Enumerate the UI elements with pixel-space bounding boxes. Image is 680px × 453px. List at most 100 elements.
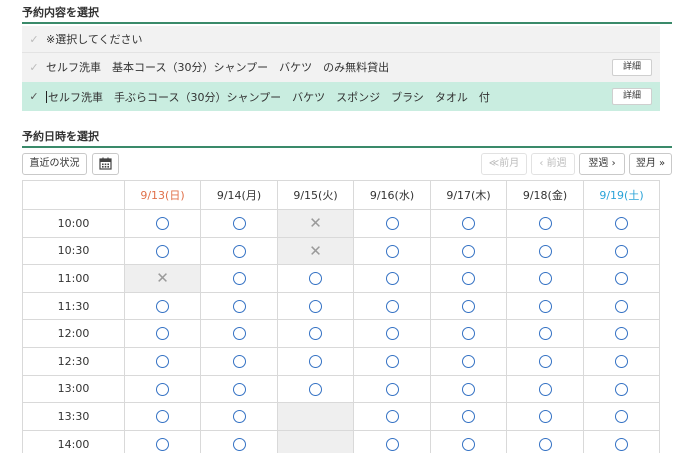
- slot-available[interactable]: [430, 402, 507, 431]
- slot-available[interactable]: [353, 264, 431, 293]
- slot-available[interactable]: [583, 374, 660, 404]
- section-divider: [22, 22, 672, 24]
- slot-available[interactable]: [583, 319, 660, 348]
- time-label: 14:00: [22, 429, 125, 453]
- option-row-placeholder[interactable]: ✓ ※選択してください: [22, 26, 660, 52]
- slot-available[interactable]: [200, 264, 278, 293]
- slot-available[interactable]: [506, 319, 584, 348]
- slot-available[interactable]: [277, 374, 354, 404]
- available-circle-icon: [309, 299, 322, 313]
- slot-available[interactable]: [353, 374, 431, 404]
- available-circle-icon: [462, 327, 475, 341]
- available-circle-icon: [538, 410, 552, 424]
- slot-available[interactable]: [277, 319, 354, 348]
- slot-available[interactable]: [124, 346, 201, 376]
- slot-available[interactable]: [353, 402, 431, 431]
- slot-available[interactable]: [506, 264, 584, 293]
- slot-available[interactable]: [353, 291, 431, 321]
- unavailable-cross-icon: ✕: [156, 269, 169, 288]
- slot-available[interactable]: [124, 402, 201, 431]
- slot-available[interactable]: [124, 374, 201, 404]
- slot-available[interactable]: [353, 209, 431, 238]
- time-label: 12:30: [22, 346, 125, 376]
- check-icon: ✓: [29, 90, 39, 103]
- next-week-button[interactable]: 翌週 ›: [579, 153, 625, 175]
- slot-available[interactable]: [430, 319, 507, 348]
- double-chevron-right-icon: »: [659, 158, 666, 169]
- slot-available[interactable]: [583, 429, 660, 453]
- next-month-button[interactable]: 翌月 »: [629, 153, 672, 175]
- slot-available[interactable]: [583, 346, 660, 376]
- slot-available[interactable]: [506, 374, 584, 404]
- slot-available[interactable]: [506, 429, 584, 453]
- prev-month-button[interactable]: ≪前月: [481, 153, 527, 175]
- slot-available[interactable]: [124, 319, 201, 348]
- detail-button[interactable]: 詳細: [612, 58, 652, 76]
- day-header: 9/16(水): [353, 180, 431, 210]
- slot-available[interactable]: [583, 236, 660, 266]
- option-row-basic-course[interactable]: ✓ セルフ洗車 基本コース（30分）シャンプー バケツ のみ無料貸出 詳細: [22, 53, 660, 81]
- slot-available[interactable]: [200, 291, 278, 321]
- available-circle-icon: [615, 382, 628, 396]
- slot-available[interactable]: [430, 374, 507, 404]
- time-label: 11:00: [22, 264, 125, 293]
- available-circle-icon: [462, 272, 475, 286]
- slot-available[interactable]: [583, 209, 660, 238]
- available-circle-icon: [232, 217, 246, 231]
- recent-status-button[interactable]: 直近の状況: [22, 153, 87, 175]
- slot-available[interactable]: [430, 209, 507, 238]
- available-circle-icon: [385, 244, 399, 258]
- slot-available[interactable]: [353, 429, 431, 453]
- time-label: 10:00: [22, 209, 125, 238]
- detail-button[interactable]: 詳細: [612, 88, 652, 105]
- available-circle-icon: [156, 244, 169, 258]
- slot-available[interactable]: [124, 291, 201, 321]
- slot-available[interactable]: [124, 209, 201, 238]
- slot-available[interactable]: [200, 209, 278, 238]
- slot-available[interactable]: [124, 429, 201, 453]
- slot-available[interactable]: [200, 374, 278, 404]
- time-header-corner: [22, 180, 125, 210]
- slot-available[interactable]: [200, 402, 278, 431]
- slot-available[interactable]: [200, 236, 278, 266]
- calendar-scroll-edge: [659, 180, 671, 453]
- calendar-button[interactable]: [92, 153, 119, 175]
- slot-available[interactable]: [506, 402, 584, 431]
- slot-available[interactable]: [583, 264, 660, 293]
- slot-available[interactable]: [506, 209, 584, 238]
- slot-available[interactable]: [583, 402, 660, 431]
- slot-available[interactable]: [277, 291, 354, 321]
- available-circle-icon: [309, 327, 322, 341]
- time-slot-row: 10:00 ✕: [22, 209, 660, 238]
- slot-available[interactable]: [506, 346, 584, 376]
- slot-available[interactable]: [277, 264, 354, 293]
- available-circle-icon: [385, 217, 399, 231]
- slot-available[interactable]: [353, 236, 431, 266]
- slot-available[interactable]: [353, 319, 431, 348]
- available-circle-icon: [538, 355, 552, 369]
- slot-available[interactable]: [200, 429, 278, 453]
- slot-available[interactable]: [583, 291, 660, 321]
- time-slot-row: 11:30: [22, 291, 660, 321]
- slot-available[interactable]: [124, 236, 201, 266]
- text-cursor: [46, 90, 47, 103]
- available-circle-icon: [538, 327, 552, 341]
- slot-available[interactable]: [430, 291, 507, 321]
- slot-available[interactable]: [200, 319, 278, 348]
- slot-available[interactable]: [506, 291, 584, 321]
- slot-available[interactable]: [430, 236, 507, 266]
- available-circle-icon: [615, 299, 628, 313]
- slot-available[interactable]: [430, 264, 507, 293]
- slot-available[interactable]: [430, 429, 507, 453]
- slot-available[interactable]: [353, 346, 431, 376]
- available-circle-icon: [615, 437, 628, 451]
- available-circle-icon: [462, 410, 475, 424]
- option-row-handsfree-course[interactable]: ✓ セルフ洗車 手ぶらコース（30分）シャンプー バケツ スポンジ ブラシ タオ…: [22, 82, 660, 111]
- slot-available[interactable]: [430, 346, 507, 376]
- prev-week-button[interactable]: ‹ 前週: [531, 153, 575, 175]
- available-circle-icon: [232, 299, 246, 313]
- slot-available[interactable]: [200, 346, 278, 376]
- slot-available[interactable]: [506, 236, 584, 266]
- available-circle-icon: [232, 272, 246, 286]
- slot-available[interactable]: [277, 346, 354, 376]
